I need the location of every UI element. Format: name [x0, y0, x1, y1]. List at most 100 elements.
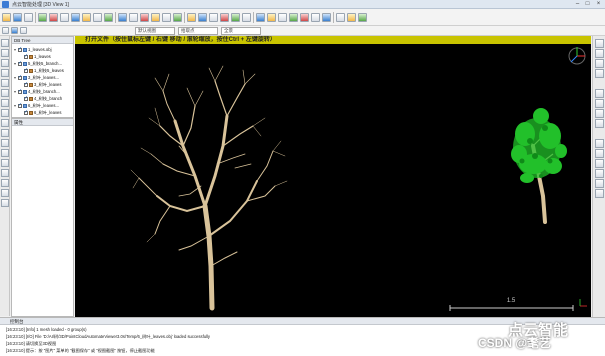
- tool15-icon[interactable]: [347, 13, 356, 22]
- 3d-viewport[interactable]: 打开文件（按住鼠标左键 / 右键 移动 / 滚轮缩放，按住Ctrl + 左键旋转…: [75, 36, 591, 317]
- view-front-icon[interactable]: [1, 39, 9, 47]
- visibility-checkbox[interactable]: [18, 46, 22, 53]
- zoom-icon[interactable]: [1, 109, 9, 117]
- tree-item[interactable]: 4_树枝_branch: [20, 95, 62, 102]
- visibility-checkbox[interactable]: [18, 74, 22, 81]
- ssao-icon[interactable]: [595, 119, 604, 128]
- scalar-field-icon[interactable]: [173, 13, 182, 22]
- tree-item-label: 4_树枝_branch: [34, 96, 63, 101]
- tree-item[interactable]: 1_leaves: [20, 53, 51, 60]
- label-icon[interactable]: [1, 159, 9, 167]
- tree-item[interactable]: ▾6_树叶_leaves...: [14, 102, 59, 109]
- normal-icon[interactable]: [118, 13, 127, 22]
- select-icon[interactable]: [1, 139, 9, 147]
- view-right-icon[interactable]: [1, 69, 9, 77]
- iso-view-icon[interactable]: [1, 99, 9, 107]
- tree-item[interactable]: 6_树叶_leaves: [20, 109, 61, 116]
- view-left-icon[interactable]: [1, 59, 9, 67]
- sample-icon[interactable]: [38, 13, 47, 22]
- tool3-icon[interactable]: [209, 13, 218, 22]
- open-file-icon[interactable]: [2, 13, 11, 22]
- tool11-icon[interactable]: [300, 13, 309, 22]
- color-ramp-icon[interactable]: [595, 59, 604, 68]
- visibility-checkbox[interactable]: [24, 95, 28, 102]
- maximize-button[interactable]: □: [583, 1, 592, 8]
- tool10-icon[interactable]: [289, 13, 298, 22]
- pick-icon[interactable]: [20, 27, 27, 34]
- filter-icon[interactable]: [140, 13, 149, 22]
- register-icon[interactable]: [104, 13, 113, 22]
- shading-icon[interactable]: [595, 99, 604, 108]
- view-back-icon[interactable]: [1, 49, 9, 57]
- screenshot-icon[interactable]: [1, 199, 9, 207]
- mesh-icon[interactable]: [151, 13, 160, 22]
- tool5-icon[interactable]: [231, 13, 240, 22]
- light-toggle-icon[interactable]: [595, 89, 604, 98]
- mode-combo[interactable]: 全景: [221, 27, 261, 35]
- view-combo[interactable]: 默认视图: [135, 27, 175, 35]
- close-button[interactable]: ×: [594, 1, 603, 8]
- tree-item-label: 1_树枝5_leaves: [34, 68, 64, 73]
- palette-icon[interactable]: [595, 69, 604, 78]
- visibility-checkbox[interactable]: [18, 60, 22, 67]
- segment-icon[interactable]: [82, 13, 91, 22]
- visibility-checkbox[interactable]: [18, 88, 22, 95]
- display-icon[interactable]: [595, 39, 604, 48]
- level-combo[interactable]: 拾取点: [178, 27, 218, 35]
- merge-icon[interactable]: [71, 13, 80, 22]
- edl-icon[interactable]: [595, 109, 604, 118]
- visibility-checkbox[interactable]: [24, 67, 28, 74]
- pivot-icon[interactable]: [595, 169, 604, 178]
- view-icon[interactable]: [11, 27, 18, 34]
- tree-item[interactable]: ▾5_树枝5_branch...: [14, 60, 62, 67]
- tree-item-label: 5_树枝5_branch...: [28, 61, 62, 66]
- tool16-icon[interactable]: [358, 13, 367, 22]
- tool7-icon[interactable]: [256, 13, 265, 22]
- view-bottom-icon[interactable]: [1, 89, 9, 97]
- tool9-icon[interactable]: [278, 13, 287, 22]
- clone-icon[interactable]: [60, 13, 69, 22]
- save-icon[interactable]: [13, 13, 22, 22]
- tool12-icon[interactable]: [311, 13, 320, 22]
- gear-icon[interactable]: [595, 189, 604, 198]
- point-cloud-icon: [29, 54, 33, 59]
- tool8-icon[interactable]: [267, 13, 276, 22]
- distance-icon[interactable]: [162, 13, 171, 22]
- light-icon[interactable]: [1, 169, 9, 177]
- tree-item[interactable]: ▾1_leaves.obj: [14, 46, 52, 53]
- tree-item[interactable]: ▾4_树枝_branch...: [14, 88, 60, 95]
- rotate-icon[interactable]: [1, 129, 9, 137]
- visibility-checkbox[interactable]: [24, 109, 28, 116]
- zoom-fit-icon[interactable]: [595, 149, 604, 158]
- measure-icon[interactable]: [1, 149, 9, 157]
- tree-item-label: 6_树叶_leaves: [34, 110, 62, 115]
- tool2-icon[interactable]: [198, 13, 207, 22]
- pan-icon[interactable]: [1, 119, 9, 127]
- color-icon[interactable]: [1, 179, 9, 187]
- tool1-icon[interactable]: [187, 13, 196, 22]
- lock-icon[interactable]: [595, 179, 604, 188]
- tool14-icon[interactable]: [336, 13, 345, 22]
- tool13-icon[interactable]: [322, 13, 331, 22]
- delete-icon[interactable]: [49, 13, 58, 22]
- tree-item[interactable]: 1_树枝5_leaves: [20, 67, 64, 74]
- layer-icon[interactable]: [2, 27, 9, 34]
- visibility-checkbox[interactable]: [24, 53, 28, 60]
- ortho-icon[interactable]: [595, 49, 604, 58]
- octree-icon[interactable]: [129, 13, 138, 22]
- tree-item-label: 4_树枝_branch...: [28, 89, 60, 94]
- perspective-icon[interactable]: [595, 159, 604, 168]
- fullscreen-icon[interactable]: [595, 139, 604, 148]
- tool4-icon[interactable]: [220, 13, 229, 22]
- visibility-checkbox[interactable]: [18, 102, 22, 109]
- visibility-checkbox[interactable]: [24, 81, 28, 88]
- tree-item[interactable]: 3_树叶_leaves: [20, 81, 61, 88]
- point-cloud-icon: [29, 96, 33, 101]
- camera-icon[interactable]: [1, 189, 9, 197]
- tree-item[interactable]: ▾3_树叶_leaves...: [14, 74, 59, 81]
- new-window-icon[interactable]: [24, 13, 33, 22]
- minimize-button[interactable]: –: [573, 1, 582, 8]
- tool6-icon[interactable]: [242, 13, 251, 22]
- translate-icon[interactable]: [93, 13, 102, 22]
- view-top-icon[interactable]: [1, 79, 9, 87]
